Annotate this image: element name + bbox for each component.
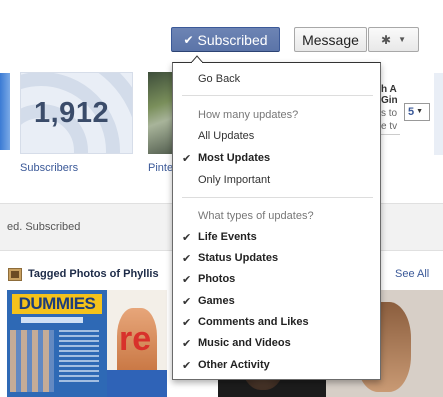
app-card-line: e tv	[381, 121, 398, 132]
pinterest-thumbnail[interactable]	[148, 72, 174, 154]
menu-divider	[182, 197, 373, 198]
subscribed-button[interactable]: ✔ Subscribed	[171, 27, 280, 52]
gear-icon: ✱	[381, 32, 392, 47]
menu-item-games[interactable]: Games	[198, 295, 235, 307]
subscribers-link[interactable]: Subscribers	[20, 162, 78, 174]
message-label: Message	[302, 31, 359, 48]
subscribers-tile[interactable]: 1,912	[20, 72, 133, 154]
check-icon: ✔	[182, 296, 192, 308]
photo-shirt	[107, 370, 167, 397]
check-icon: ✔	[182, 274, 192, 286]
subscription-menu: Go Back How many updates? All Updates ✔ …	[172, 62, 381, 380]
menu-item-most-updates[interactable]: Most Updates	[198, 152, 270, 164]
app-card-line: Gin	[381, 95, 398, 106]
menu-item-music-and-videos[interactable]: Music and Videos	[198, 337, 291, 349]
tagged-photos-title[interactable]: Tagged Photos of Phyllis	[28, 268, 159, 280]
types-header: What types of updates?	[198, 210, 314, 222]
subscribers-count: 1,912	[34, 97, 110, 129]
chevron-down-icon: ▼	[398, 35, 406, 44]
check-icon: ✔	[182, 338, 192, 350]
see-all-link[interactable]: See All	[395, 268, 429, 280]
photo-thumbnail[interactable]: re	[107, 290, 167, 397]
count-select-value: 5	[408, 106, 415, 118]
menu-caret-icon	[191, 55, 203, 63]
check-icon: ✔	[182, 153, 192, 165]
book-text	[59, 330, 99, 385]
next-tile-edge	[434, 73, 443, 155]
photos-icon	[8, 268, 22, 281]
menu-divider	[182, 95, 373, 96]
chevron-down-icon: ▼	[416, 108, 424, 116]
subscribed-label: Subscribed	[197, 31, 268, 48]
menu-item-comments-and-likes[interactable]: Comments and Likes	[198, 316, 309, 328]
menu-item-only-important[interactable]: Only Important	[198, 174, 270, 186]
check-icon: ✔	[182, 253, 192, 265]
book-photo	[10, 330, 54, 392]
divider	[380, 134, 400, 135]
app-card-line: s to	[381, 108, 398, 119]
check-icon: ✔	[182, 317, 192, 329]
menu-item-all-updates[interactable]: All Updates	[198, 130, 254, 142]
menu-item-photos[interactable]: Photos	[198, 273, 235, 285]
settings-button[interactable]: ✱ ▼	[368, 27, 419, 52]
app-card-line: h A	[381, 84, 397, 95]
check-icon: ✔	[182, 360, 192, 372]
updates-header: How many updates?	[198, 109, 299, 121]
message-button[interactable]: Message	[294, 27, 367, 52]
status-text: ed. Subscribed	[7, 221, 81, 233]
book-title: DUMMIES	[12, 294, 102, 314]
menu-item-other-activity[interactable]: Other Activity	[198, 359, 270, 371]
menu-item-life-events[interactable]: Life Events	[198, 231, 257, 243]
pinterest-link[interactable]: Pinte	[148, 162, 173, 174]
cover-photo-edge	[0, 73, 10, 150]
photo-thumbnail[interactable]: DUMMIES	[7, 290, 107, 397]
menu-item-status-updates[interactable]: Status Updates	[198, 252, 278, 264]
book-banner	[21, 317, 83, 323]
check-icon: ✔	[183, 32, 194, 47]
count-select[interactable]: 5 ▼	[404, 103, 430, 121]
photo-sign-text: re	[119, 320, 152, 358]
check-icon: ✔	[182, 232, 192, 244]
go-back-item[interactable]: Go Back	[198, 73, 240, 85]
